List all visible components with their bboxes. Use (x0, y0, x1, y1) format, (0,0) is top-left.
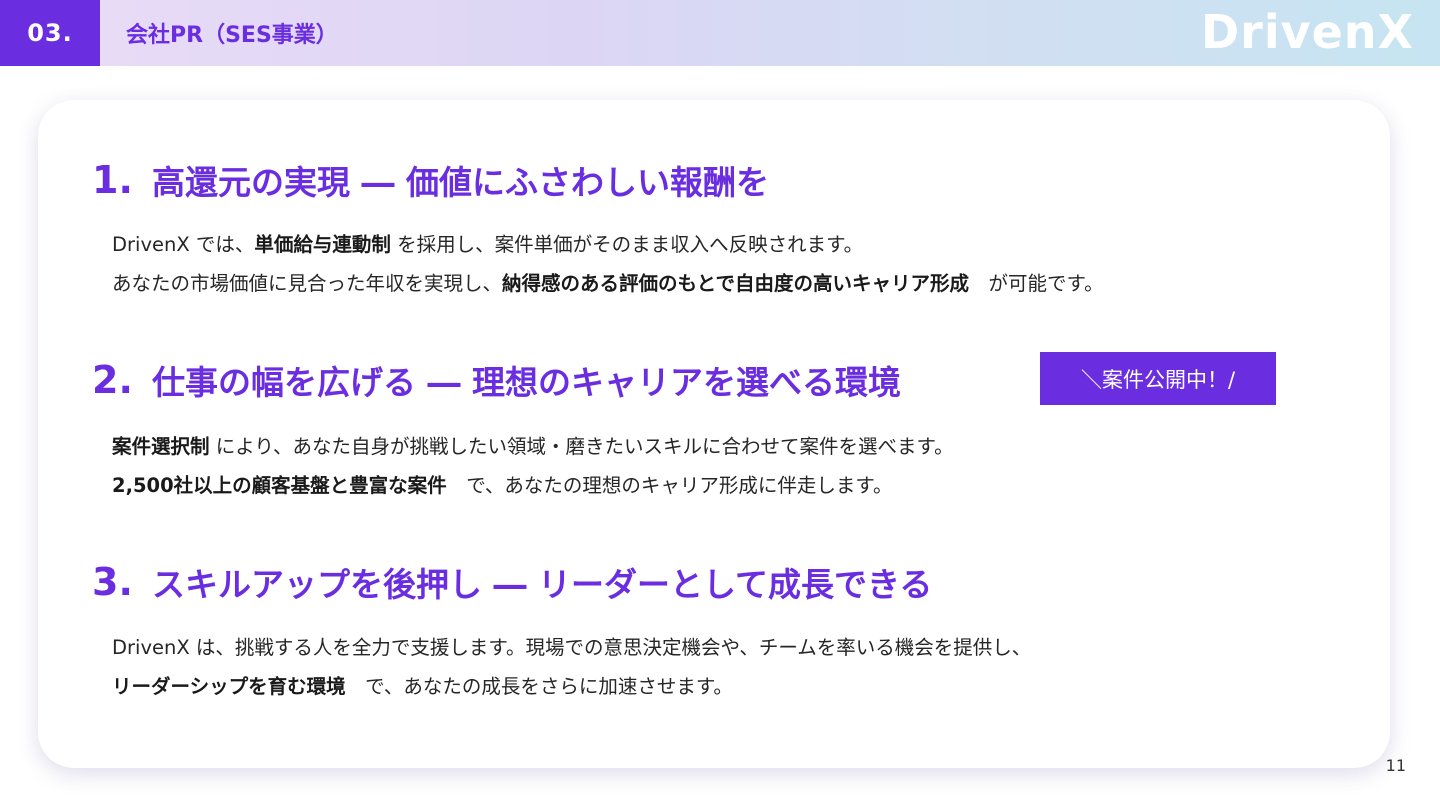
section-2-body: 案件選択制 により、あなた自身が挑戦したい領域・磨きたいスキルに合わせて案件を選… (112, 427, 954, 505)
header-band: 03. 会社PR（SES事業） DrivenX (0, 0, 1440, 66)
section-2-heading: 2. 仕事の幅を広げる ― 理想のキャリアを選べる環境 (92, 356, 901, 404)
section-2-number: 2. (92, 358, 133, 402)
section-1-line-1: DrivenX では、単価給与連動制 を採用し、案件単価がそのまま収入へ反映され… (112, 225, 1104, 264)
text-segment: あなたの市場価値に見合った年収を実現し、 (112, 272, 503, 295)
section-3-title: スキルアップを後押し ― リーダーとして成長できる (152, 565, 933, 604)
section-1-number: 1. (92, 158, 133, 202)
emphasis-text: 案件選択制 (112, 435, 210, 458)
text-segment: DrivenX では、 (112, 233, 255, 256)
text-segment: DrivenX は、挑戦する人を全力で支援します。現場での意思決定機会や、チーム… (112, 636, 1032, 659)
emphasis-text: リーダーシップを育む環境 (112, 675, 346, 698)
section-2-line-1: 案件選択制 により、あなた自身が挑戦したい領域・磨きたいスキルに合わせて案件を選… (112, 427, 954, 466)
section-1-body: DrivenX では、単価給与連動制 を採用し、案件単価がそのまま収入へ反映され… (112, 225, 1104, 303)
section-2-title: 仕事の幅を広げる ― 理想のキャリアを選べる環境 (152, 363, 901, 402)
section-3-line-1: DrivenX は、挑戦する人を全力で支援します。現場での意思決定機会や、チーム… (112, 628, 1031, 667)
section-1-title: 高還元の実現 ― 価値にふさわしい報酬を (152, 163, 769, 202)
section-3-body: DrivenX は、挑戦する人を全力で支援します。現場での意思決定機会や、チーム… (112, 628, 1031, 706)
emphasis-text: 2,500社以上の顧客基盤と豊富な案件 (112, 474, 447, 497)
text-segment: により、あなた自身が挑戦したい領域・磨きたいスキルに合わせて案件を選べます。 (209, 435, 954, 458)
section-title: 会社PR（SES事業） (126, 23, 338, 48)
page-number: 11 (1385, 756, 1406, 775)
text-segment: で、あなたの成長をさらに加速させます。 (345, 675, 733, 698)
emphasis-text: 単価給与連動制 (254, 233, 391, 256)
text-segment: が可能です。 (969, 272, 1104, 295)
section-2-line-2: 2,500社以上の顧客基盤と豊富な案件 で、あなたの理想のキャリア形成に伴走しま… (112, 466, 954, 505)
text-segment: で、あなたの理想のキャリア形成に伴走します。 (446, 474, 893, 497)
brand-logo: DrivenX (1200, 5, 1414, 59)
section-3-line-2: リーダーシップを育む環境 で、あなたの成長をさらに加速させます。 (112, 667, 1031, 706)
section-3-heading: 3. スキルアップを後押し ― リーダーとして成長できる (92, 558, 932, 606)
section-number: 03. (0, 0, 100, 66)
section-3-number: 3. (92, 560, 133, 604)
section-1-heading: 1. 高還元の実現 ― 価値にふさわしい報酬を (92, 156, 769, 204)
text-segment: を採用し、案件単価がそのまま収入へ反映されます。 (390, 233, 864, 256)
section-1-line-2: あなたの市場価値に見合った年収を実現し、納得感のある評価のもとで自由度の高いキャ… (112, 264, 1104, 303)
jobs-open-badge: ＼案件公開中！/ (1040, 352, 1276, 405)
emphasis-text: 納得感のある評価のもとで自由度の高いキャリア形成 (502, 272, 970, 295)
